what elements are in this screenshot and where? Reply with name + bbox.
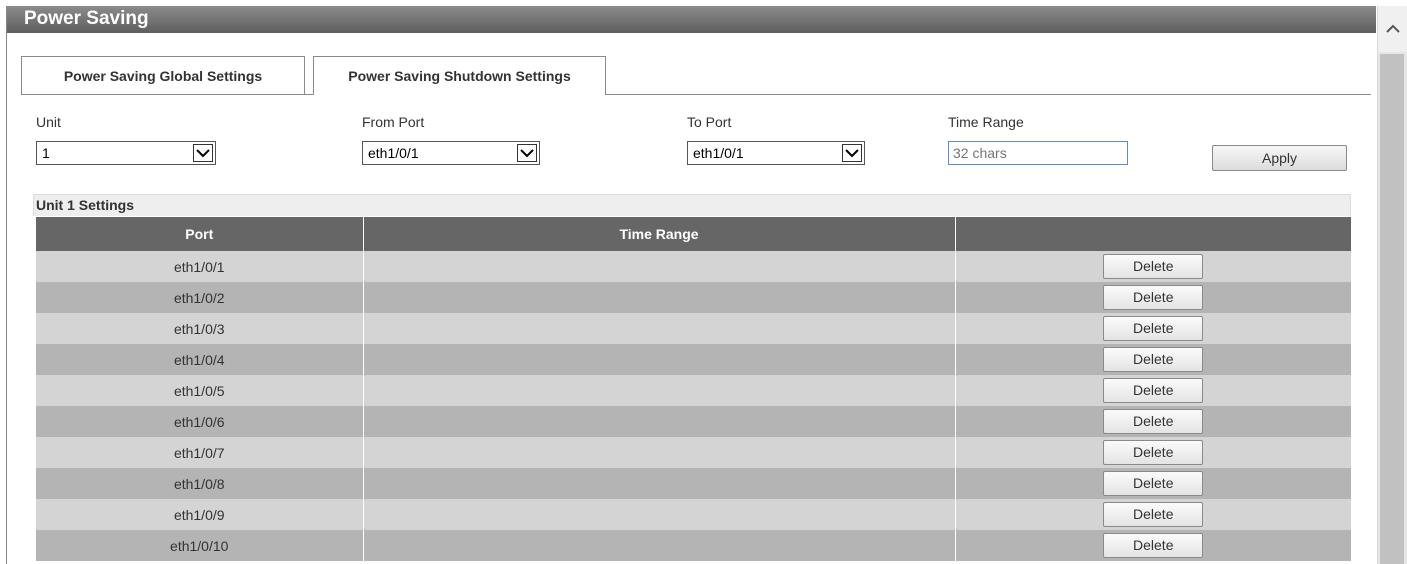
delete-button[interactable]: Delete [1103, 440, 1204, 465]
chevron-down-icon [517, 144, 537, 162]
time-range-cell [363, 313, 956, 344]
port-cell: eth1/0/10 [36, 530, 364, 561]
time-range-cell [363, 437, 956, 468]
port-cell: eth1/0/9 [36, 499, 364, 530]
delete-button[interactable]: Delete [1103, 254, 1204, 279]
port-cell: eth1/0/7 [36, 437, 364, 468]
from-port-select-value: eth1/0/1 [368, 145, 419, 161]
time-range-cell [363, 251, 956, 282]
table-row: eth1/0/7 Delete [36, 437, 1351, 468]
from-port-select[interactable]: eth1/0/1 [362, 141, 540, 165]
section-title: Unit 1 Settings [33, 194, 1351, 216]
delete-button[interactable]: Delete [1103, 347, 1204, 372]
scroll-up-button[interactable] [1378, 6, 1407, 52]
to-port-label: To Port [687, 114, 732, 130]
delete-button[interactable]: Delete [1103, 471, 1204, 496]
port-cell: eth1/0/2 [36, 282, 364, 313]
action-cell: Delete [955, 313, 1351, 344]
column-header-action [955, 217, 1351, 251]
to-port-select-value: eth1/0/1 [693, 145, 744, 161]
table-row: eth1/0/2 Delete [36, 282, 1351, 313]
scroll-thumb[interactable] [1380, 54, 1404, 564]
port-cell: eth1/0/5 [36, 375, 364, 406]
port-cell: eth1/0/8 [36, 468, 364, 499]
tab-power-saving-shutdown-settings[interactable]: Power Saving Shutdown Settings [313, 56, 606, 95]
unit-select-value: 1 [42, 145, 50, 161]
action-cell: Delete [955, 282, 1351, 313]
chevron-up-icon [1385, 24, 1400, 34]
table-row: eth1/0/4 Delete [36, 344, 1351, 375]
action-cell: Delete [955, 375, 1351, 406]
action-cell: Delete [955, 437, 1351, 468]
port-cell: eth1/0/1 [36, 251, 364, 282]
time-range-cell [363, 499, 956, 530]
time-range-cell [363, 282, 956, 313]
page-title: Power Saving [7, 6, 1376, 33]
action-cell: Delete [955, 468, 1351, 499]
table-row: eth1/0/9 Delete [36, 499, 1351, 530]
table-row: eth1/0/1 Delete [36, 251, 1351, 282]
port-table: Port Time Range eth1/0/1 Delete eth1/0/2… [36, 217, 1351, 561]
chevron-down-icon [842, 144, 862, 162]
time-range-cell [363, 406, 956, 437]
delete-button[interactable]: Delete [1103, 533, 1204, 558]
table-row: eth1/0/8 Delete [36, 468, 1351, 499]
chevron-down-icon [193, 144, 213, 162]
content-panel: Power Saving Global Settings Power Savin… [7, 33, 1376, 564]
from-port-label: From Port [362, 114, 425, 130]
action-cell: Delete [955, 344, 1351, 375]
time-range-cell [363, 468, 956, 499]
time-range-input[interactable] [948, 141, 1128, 165]
table-row: eth1/0/5 Delete [36, 375, 1351, 406]
port-cell: eth1/0/3 [36, 313, 364, 344]
action-cell: Delete [955, 530, 1351, 561]
table-row: eth1/0/10 Delete [36, 530, 1351, 561]
apply-button[interactable]: Apply [1212, 145, 1347, 171]
delete-button[interactable]: Delete [1103, 502, 1204, 527]
tab-power-saving-global-settings[interactable]: Power Saving Global Settings [21, 56, 305, 95]
delete-button[interactable]: Delete [1103, 409, 1204, 434]
to-port-select[interactable]: eth1/0/1 [687, 141, 865, 165]
vertical-scrollbar[interactable] [1377, 6, 1407, 564]
table-header-row: Port Time Range [36, 217, 1351, 251]
column-header-port: Port [36, 217, 364, 251]
unit-select[interactable]: 1 [36, 141, 216, 165]
time-range-label: Time Range [948, 114, 1024, 130]
action-cell: Delete [955, 251, 1351, 282]
port-cell: eth1/0/6 [36, 406, 364, 437]
table-row: eth1/0/6 Delete [36, 406, 1351, 437]
port-cell: eth1/0/4 [36, 344, 364, 375]
action-cell: Delete [955, 406, 1351, 437]
column-header-time-range: Time Range [363, 217, 956, 251]
delete-button[interactable]: Delete [1103, 316, 1204, 341]
time-range-cell [363, 344, 956, 375]
time-range-cell [363, 530, 956, 561]
time-range-cell [363, 375, 956, 406]
unit-label: Unit [36, 114, 61, 130]
action-cell: Delete [955, 499, 1351, 530]
delete-button[interactable]: Delete [1103, 285, 1204, 310]
table-row: eth1/0/3 Delete [36, 313, 1351, 344]
delete-button[interactable]: Delete [1103, 378, 1204, 403]
